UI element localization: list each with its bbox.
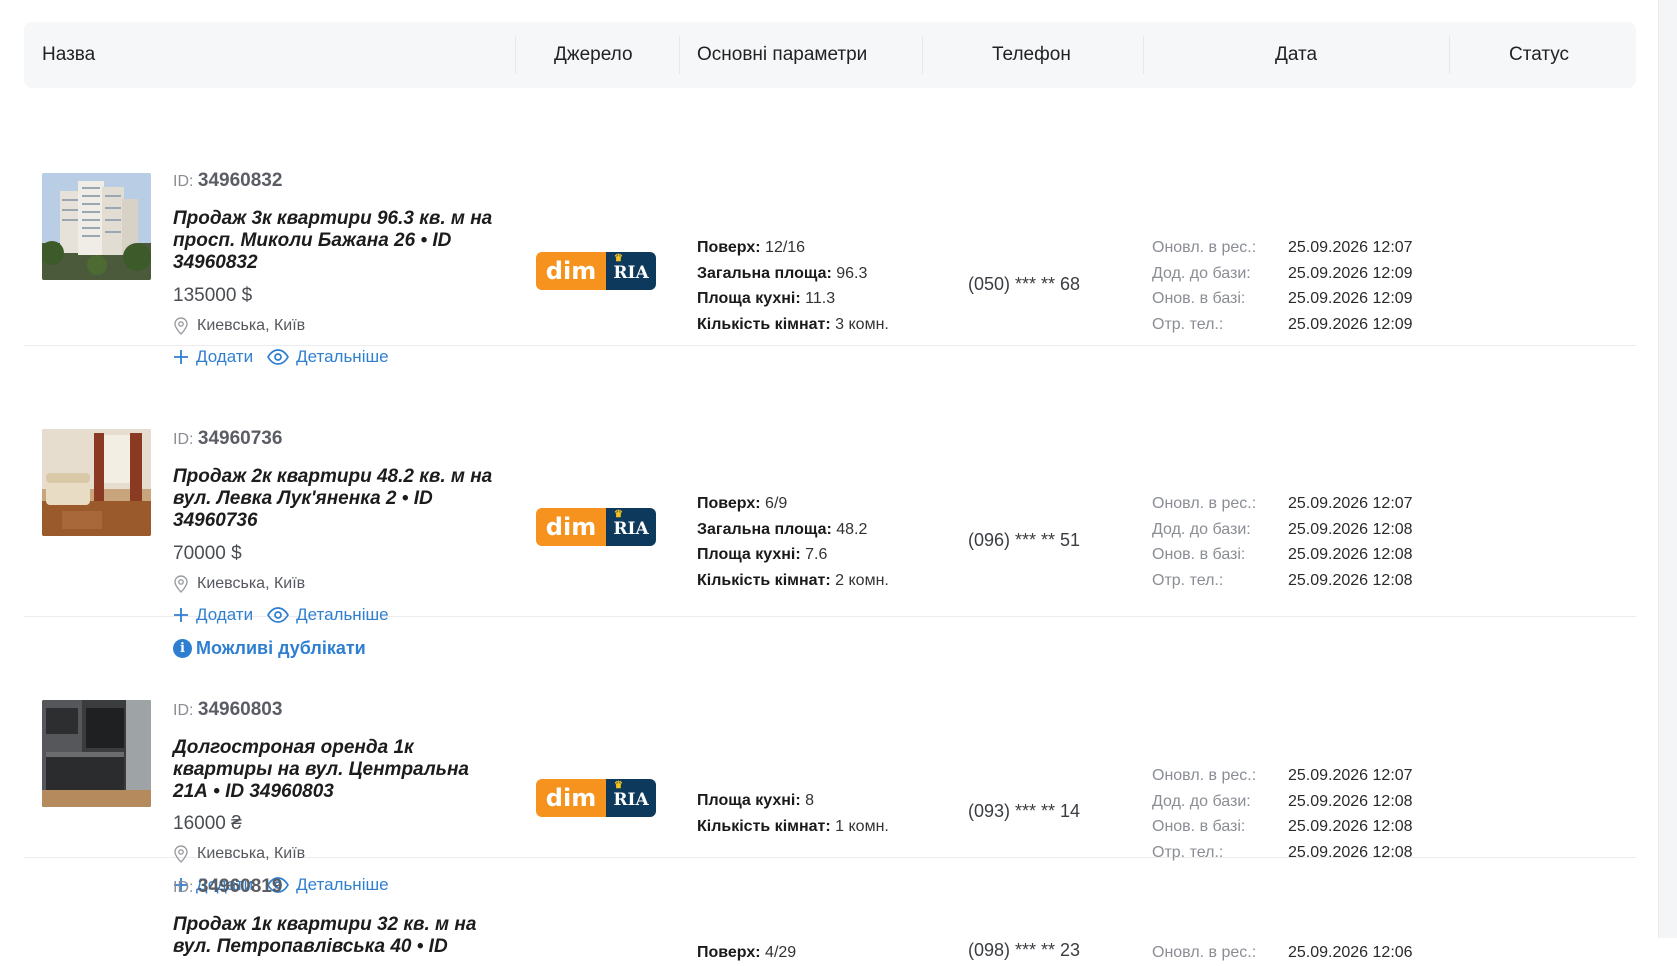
crown-icon: ♛ [614,253,623,264]
listing-dates: Оновл. в рес.: 25.09.2026 12:07 Дод. до б… [1152,495,1413,589]
listing-dates: Оновл. в рес.: 25.09.2026 12:06 [1152,944,1413,961]
listing-id: ID: 34960736 [173,428,283,449]
source-logo-dimria[interactable]: dim ♛ RIA [536,252,656,290]
table-row[interactable]: ID: 34960803 Долгострoная оренда 1к квар… [24,617,1636,894]
listing-params: Поверх: 6/9 Загальна площа: 48.2 Площа к… [697,495,889,589]
column-header-params[interactable]: Основні параметри [697,22,867,88]
listing-params: Поверх: 12/16 Загальна площа: 96.3 Площа… [697,239,889,333]
listings-table: Назва Джерело Основні параметри Телефон … [24,22,1636,961]
listing-phone[interactable]: (093) *** ** 14 [968,801,1080,822]
location-pin-icon [174,575,188,593]
listing-dates: Оновл. в рес.: 25.09.2026 12:07 Дод. до б… [1152,239,1413,333]
listing-phone[interactable]: (098) *** ** 23 [968,940,1080,961]
listing-title[interactable]: Продаж 2к квартири 48.2 кв. м на вул. Ле… [173,466,503,532]
column-header-date[interactable]: Дата [1275,22,1317,88]
listing-title[interactable]: Продаж 1к квартири 32 кв. м на вул. Петр… [173,914,503,958]
listing-price: 16000 ₴ [173,813,242,834]
listing-params: Поверх: 4/29 [697,944,797,961]
listing-params: Площа кухні: 8 Кількість кімнат: 1 комн. [697,792,889,835]
table-header: Назва Джерело Основні параметри Телефон … [24,22,1636,88]
table-row[interactable]: ID: 34960832 Продаж 3к квартири 96.3 кв.… [24,88,1636,366]
listing-id: ID: 34960832 [173,170,283,191]
crown-icon: ♛ [614,780,623,791]
listing-dates: Оновл. в рес.: 25.09.2026 12:07 Дод. до б… [1152,767,1413,861]
listing-location: Киевська, Київ [173,317,305,335]
listing-title[interactable]: Продаж 3к квартири 96.3 кв. м на просп. … [173,208,503,274]
listing-price: 135000 $ [173,285,253,306]
listing-photo[interactable] [42,173,151,280]
column-header-phone[interactable]: Телефон [992,22,1071,88]
location-pin-icon [174,317,188,335]
source-logo-dimria[interactable]: dim ♛ RIA [536,779,656,817]
listing-id: ID: 34960819 [173,876,283,897]
listing-phone[interactable]: (050) *** ** 68 [968,274,1080,295]
crown-icon: ♛ [614,509,623,520]
table-row[interactable]: ID: 34960736 Продаж 2к квартири 48.2 кв.… [24,346,1636,658]
scrollbar-track[interactable] [1658,0,1677,938]
source-logo-dimria[interactable]: dim ♛ RIA [536,508,656,546]
listing-photo[interactable] [42,429,151,536]
column-header-name[interactable]: Назва [42,22,95,88]
listing-title[interactable]: Долгострoная оренда 1к квартиры на вул. … [173,737,503,803]
column-header-status[interactable]: Статус [1509,22,1569,88]
table-row[interactable]: ID: 34960819 Продаж 1к квартири 32 кв. м… [24,858,1636,961]
column-header-source[interactable]: Джерело [554,22,633,88]
listing-location: Киевська, Київ [173,575,305,593]
listing-id: ID: 34960803 [173,699,283,720]
listing-price: 70000 $ [173,543,242,564]
listing-phone[interactable]: (096) *** ** 51 [968,530,1080,551]
listing-photo[interactable] [42,700,151,807]
